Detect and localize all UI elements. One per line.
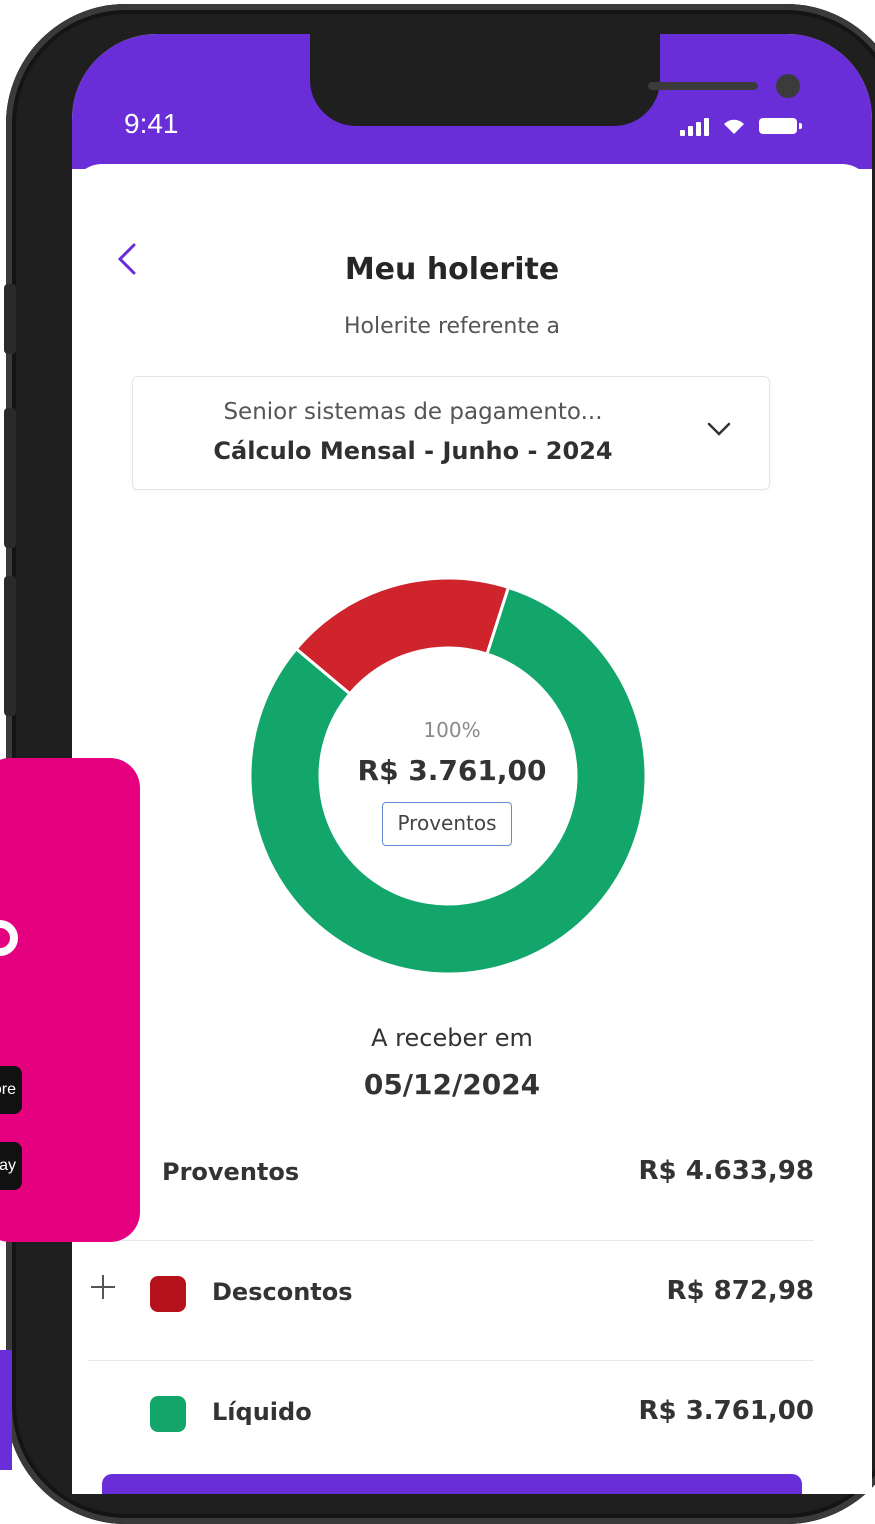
- bottom-button-edge[interactable]: [102, 1474, 802, 1494]
- payslip-selector[interactable]: Senior sistemas de pagamento... Cálculo …: [132, 376, 770, 490]
- promo-card[interactable]: ore Play: [0, 758, 140, 1242]
- volume-up-button: [4, 408, 16, 548]
- donut-center-percent: 100%: [423, 718, 481, 742]
- main-content: Meu holerite Holerite referente a Senior…: [72, 164, 872, 1494]
- donut-center-tag[interactable]: Proventos: [382, 802, 512, 846]
- status-icons: [680, 112, 802, 136]
- descontos-label: Descontos: [212, 1278, 353, 1306]
- mute-switch: [4, 284, 16, 354]
- signal-icon: [680, 116, 709, 136]
- descontos-value: R$ 872,98: [666, 1276, 815, 1306]
- wifi-icon: [724, 119, 744, 134]
- selector-period: Cálculo Mensal - Junho - 2024: [213, 437, 613, 465]
- liquido-label: Líquido: [212, 1398, 312, 1426]
- proventos-value: R$ 4.633,98: [638, 1156, 814, 1186]
- receive-label: A receber em: [371, 1024, 533, 1052]
- page-subtitle: Holerite referente a: [343, 314, 560, 339]
- page-title: Meu holerite: [344, 252, 560, 287]
- descontos-color-swatch: [150, 1276, 186, 1312]
- front-camera: [776, 74, 800, 98]
- divider: [88, 1360, 814, 1361]
- divider: [88, 1240, 814, 1241]
- plus-icon[interactable]: [88, 1272, 118, 1302]
- liquido-color-swatch: [150, 1396, 186, 1432]
- proventos-label: Proventos: [162, 1158, 300, 1186]
- volume-down-button: [4, 576, 16, 716]
- background-strip: [0, 1350, 12, 1470]
- speaker: [648, 82, 758, 90]
- app-store-badge[interactable]: ore: [0, 1066, 22, 1114]
- donut-chart: 100% R$ 3.761,00 Proventos: [248, 568, 656, 984]
- liquido-value: R$ 3.761,00: [638, 1396, 814, 1426]
- donut-center: 100% R$ 3.761,00 Proventos: [248, 568, 656, 984]
- receive-date: 05/12/2024: [363, 1068, 541, 1101]
- logo-ring-icon: [0, 920, 18, 956]
- donut-center-value: R$ 3.761,00: [357, 754, 547, 787]
- battery-icon: [759, 118, 802, 134]
- phone-screen: 9:41 Meu holerite Holerite referente a S…: [72, 34, 872, 1494]
- chevron-down-icon: [707, 422, 731, 436]
- summary-row-proventos: Proventos R$ 4.633,98: [88, 1124, 814, 1234]
- google-play-badge[interactable]: Play: [0, 1142, 22, 1190]
- selector-company: Senior sistemas de pagamento...: [223, 399, 603, 425]
- phone-frame: 9:41 Meu holerite Holerite referente a S…: [4, 4, 875, 1524]
- summary-row-liquido: Líquido R$ 3.761,00: [88, 1364, 814, 1474]
- notch: [310, 34, 800, 126]
- summary-row-descontos[interactable]: Descontos R$ 872,98: [88, 1244, 814, 1354]
- status-time: 9:41: [124, 108, 179, 139]
